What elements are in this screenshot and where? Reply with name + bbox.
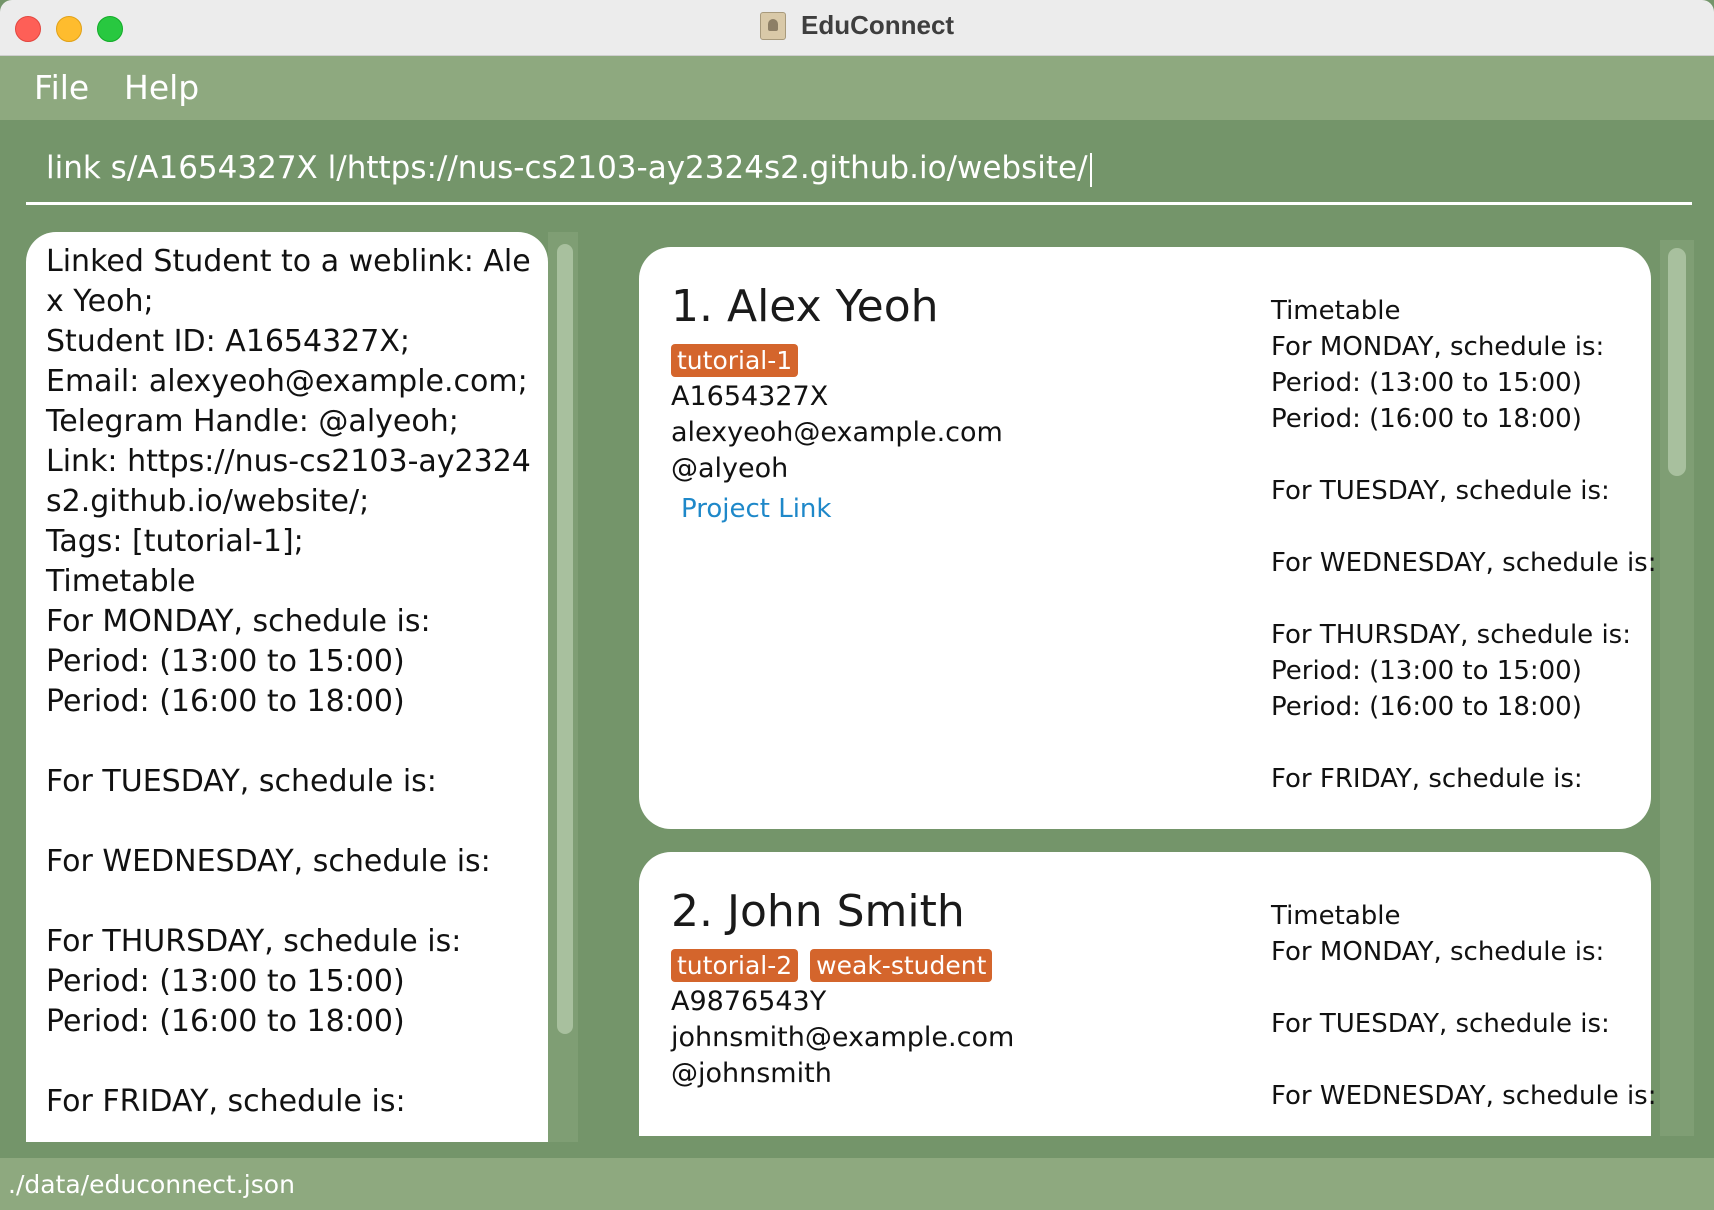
student-id: A1654327X — [671, 381, 829, 412]
student-id: A9876543Y — [671, 986, 827, 1017]
student-email: alexyeoh@example.com — [671, 417, 1003, 448]
student-timetable: Timetable For MONDAY, schedule is: Perio… — [1271, 296, 1657, 794]
command-input-value: link s/A1654327X l/https://nus-cs2103-ay… — [46, 150, 1088, 186]
student-card[interactable]: 2. John Smith tutorial-2 weak-student A98… — [639, 852, 1657, 1136]
student-card[interactable]: 1. Alex Yeoh tutorial-1 A1654327X alexye… — [639, 247, 1657, 829]
tag-list: tutorial-2 weak-student — [671, 949, 1004, 982]
student-telegram: @alyeoh — [671, 453, 789, 484]
tag-list: tutorial-1 — [671, 344, 810, 377]
menu-file[interactable]: File — [34, 68, 89, 107]
menu-help[interactable]: Help — [124, 68, 199, 107]
student-list[interactable]: 1. Alex Yeoh tutorial-1 A1654327X alexye… — [620, 240, 1660, 1136]
tag-badge: weak-student — [810, 949, 993, 982]
window-title: EduConnect — [800, 10, 955, 40]
student-telegram: @johnsmith — [671, 1058, 832, 1089]
student-email: johnsmith@example.com — [671, 1022, 1015, 1053]
student-name: 2. John Smith — [671, 886, 965, 937]
status-bar: ./data/educonnect.json — [0, 1158, 1714, 1210]
title-bar: EduConnect — [0, 0, 1714, 56]
data-file-path: ./data/educonnect.json — [8, 1170, 295, 1199]
student-name: 1. Alex Yeoh — [671, 281, 939, 332]
result-message: Linked Student to a weblink: Alex Yeoh; … — [46, 244, 531, 1119]
result-scrollbar-thumb[interactable] — [557, 244, 573, 1034]
menu-bar: File Help — [0, 56, 1714, 120]
text-caret — [1089, 152, 1092, 187]
tag-badge: tutorial-1 — [671, 344, 799, 377]
command-input[interactable]: link s/A1654327X l/https://nus-cs2103-ay… — [26, 140, 1692, 205]
app-icon — [759, 11, 786, 40]
result-display[interactable]: Linked Student to a weblink: Alex Yeoh; … — [26, 232, 548, 1142]
list-scrollbar-thumb[interactable] — [1668, 248, 1686, 476]
project-link[interactable]: Project Link — [681, 494, 831, 524]
student-timetable: Timetable For MONDAY, schedule is: For T… — [1271, 901, 1657, 1111]
tag-badge: tutorial-2 — [671, 949, 799, 982]
